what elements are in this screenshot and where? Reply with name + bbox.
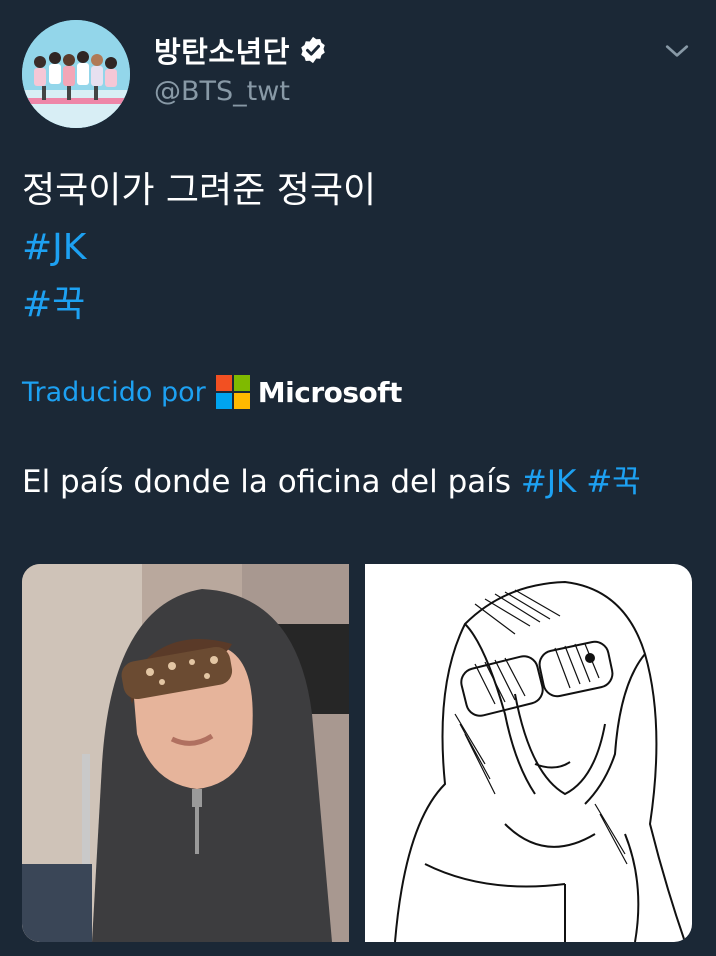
- microsoft-logo-icon: [215, 375, 250, 409]
- tweet-text-line: 정국이가 그려준 정국이: [22, 170, 377, 211]
- translation-attribution: Traducido por Microsoft: [22, 372, 402, 412]
- chevron-down-icon[interactable]: [664, 38, 690, 64]
- line-drawing: [365, 564, 692, 942]
- translation-provider: Microsoft: [257, 375, 403, 409]
- translated-by-label[interactable]: Traducido por: [22, 377, 206, 408]
- translated-text: El país donde la oficina del país #JK #꾹: [22, 456, 641, 501]
- hashtag-link[interactable]: #JK: [22, 219, 376, 276]
- user-handle[interactable]: @BTS_twt: [154, 76, 328, 107]
- hooded-person-photo: [22, 564, 349, 942]
- verified-badge-icon: [301, 36, 325, 64]
- avatar[interactable]: [22, 20, 130, 128]
- avatar-image: [22, 20, 130, 128]
- hashtag-link[interactable]: #꾹: [586, 464, 641, 500]
- hashtag-link[interactable]: #꾹: [22, 276, 376, 333]
- hashtag-link[interactable]: #JK: [521, 464, 576, 500]
- tweet-media: [22, 564, 692, 942]
- media-photo[interactable]: [22, 564, 349, 942]
- tweet-text: 정국이가 그려준 정국이 #JK #꾹: [22, 162, 376, 333]
- user-identity[interactable]: 방탄소년단 @BTS_twt: [154, 30, 328, 107]
- media-drawing[interactable]: [365, 564, 692, 942]
- tweet-header: 방탄소년단 @BTS_twt: [22, 20, 694, 130]
- translated-text-body: El país donde la oficina del país: [22, 464, 521, 500]
- display-name[interactable]: 방탄소년단: [154, 29, 290, 71]
